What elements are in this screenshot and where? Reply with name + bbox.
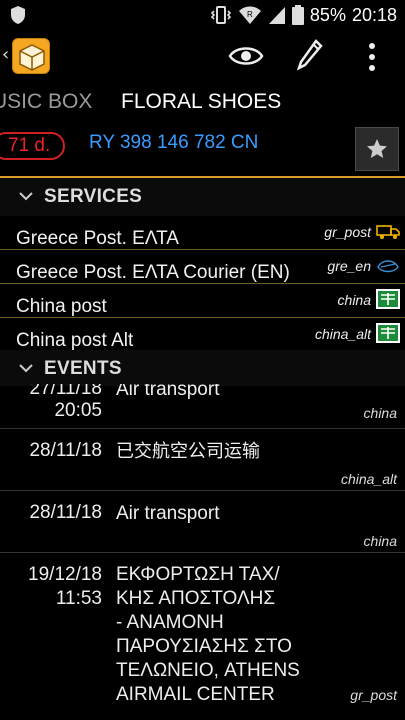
signal-icon: [268, 7, 285, 24]
elta-courier-icon: [377, 260, 399, 273]
event-description-line: AIRMAIL CENTER: [116, 684, 275, 705]
pencil-icon[interactable]: [296, 38, 324, 72]
app-toolbar: ‹: [0, 30, 405, 82]
status-icons: R 85% 20:18: [210, 3, 397, 27]
event-time: 11:53: [55, 588, 102, 609]
favorite-button[interactable]: [355, 127, 399, 171]
parcel-info: 71 d. RY 398 146 782 CN: [0, 122, 405, 176]
svg-text:R: R: [247, 10, 253, 19]
event-code: china: [363, 533, 397, 549]
battery-icon: [291, 5, 304, 25]
event-description-line: ΚΗΣ ΑΠΟΣΤΟΛΗΣ: [116, 588, 276, 609]
back-chevron-icon[interactable]: ‹: [2, 44, 9, 65]
events-title: EVENTS: [44, 358, 122, 379]
china-post-icon: [376, 289, 400, 309]
status-bar: R 85% 20:18: [0, 0, 405, 30]
wifi-icon: R: [238, 6, 261, 24]
services-title: SERVICES: [44, 186, 143, 207]
event-item[interactable]: 19/12/18 11:53 ΕΚΦΟΡΤΩΣΗ ΤΑΧ/ ΚΗΣ ΑΠΟΣΤΟ…: [0, 564, 405, 714]
service-code: gre_en: [327, 258, 371, 274]
tab-current[interactable]: FLORAL SHOES: [121, 90, 281, 114]
event-description: ΕΚΦΟΡΤΩΣΗ ΤΑΧ/ ΚΗΣ ΑΠΟΣΤΟΛΗΣ - ΑΝΑΜΟΝΗ Π…: [116, 563, 336, 707]
event-item[interactable]: 28/11/18 已交航空公司运输 china_alt: [0, 440, 405, 490]
truck-icon: [376, 225, 400, 239]
service-code: gr_post: [324, 224, 371, 240]
service-code: china_alt: [314, 326, 371, 342]
event-item[interactable]: 27/11/18 20:05 Air transport china: [0, 384, 405, 428]
services-header[interactable]: SERVICES: [0, 178, 405, 216]
events-list[interactable]: 27/11/18 20:05 Air transport china 28/11…: [0, 384, 405, 720]
event-description-line: - ΑΝΑΜΟΝΗ: [116, 612, 224, 633]
tab-previous[interactable]: USIC BOX: [0, 90, 92, 114]
event-date: 27/11/18: [29, 384, 102, 399]
event-description: Air transport: [116, 384, 220, 400]
divider: [0, 552, 405, 553]
event-item[interactable]: 28/11/18 Air transport china: [0, 502, 405, 552]
event-code: gr_post: [350, 687, 397, 703]
event-time: 20:05: [54, 400, 102, 421]
china-post-icon: [376, 323, 400, 343]
tracking-number[interactable]: RY 398 146 782 CN: [89, 132, 258, 154]
parcel-tabs: USIC BOX FLORAL SHOES: [0, 84, 405, 122]
chevron-down-icon: [19, 364, 33, 373]
service-item[interactable]: China post Alt china_alt: [0, 318, 405, 352]
divider: [0, 428, 405, 429]
app-logo-icon[interactable]: [12, 38, 50, 74]
eye-icon[interactable]: [228, 40, 264, 72]
battery-percent: 85%: [309, 4, 346, 25]
events-header[interactable]: EVENTS: [0, 350, 405, 386]
service-item[interactable]: Greece Post. ΕΛΤΑ gr_post: [0, 216, 405, 250]
overflow-menu-icon[interactable]: [362, 40, 382, 74]
event-description: 已交航空公司运输: [116, 441, 260, 462]
days-badge: 71 d.: [0, 132, 65, 160]
event-date: 28/11/18: [29, 502, 102, 523]
event-description-line: ΕΚΦΟΡΤΩΣΗ ΤΑΧ/: [116, 564, 280, 585]
event-code: china: [363, 405, 397, 421]
chevron-down-icon: [19, 192, 33, 201]
vibrate-icon: [210, 6, 232, 24]
clock: 20:18: [351, 4, 397, 25]
event-description-line: ΤΕΛΩΝΕΙΟ, ATHENS: [116, 660, 300, 681]
service-name: Greece Post. ΕΛΤΑ Courier (EN): [16, 262, 290, 283]
service-name: Greece Post. ΕΛΤΑ: [16, 228, 179, 249]
shield-icon: [11, 6, 25, 24]
event-description: Air transport: [116, 503, 220, 524]
service-item[interactable]: Greece Post. ΕΛΤΑ Courier (EN) gre_en: [0, 250, 405, 284]
service-name: China post: [16, 296, 107, 317]
star-icon: [367, 139, 387, 158]
event-description-line: ΠΑΡΟΥΣΙΑΣΗΣ ΣΤΟ: [116, 636, 292, 657]
event-date: 19/12/18: [28, 564, 102, 585]
service-name: China post Alt: [16, 330, 134, 351]
service-item[interactable]: China post china: [0, 284, 405, 318]
event-date: 28/11/18: [29, 440, 102, 461]
event-code: china_alt: [340, 471, 397, 487]
divider: [0, 490, 405, 491]
service-code: china: [337, 292, 371, 308]
